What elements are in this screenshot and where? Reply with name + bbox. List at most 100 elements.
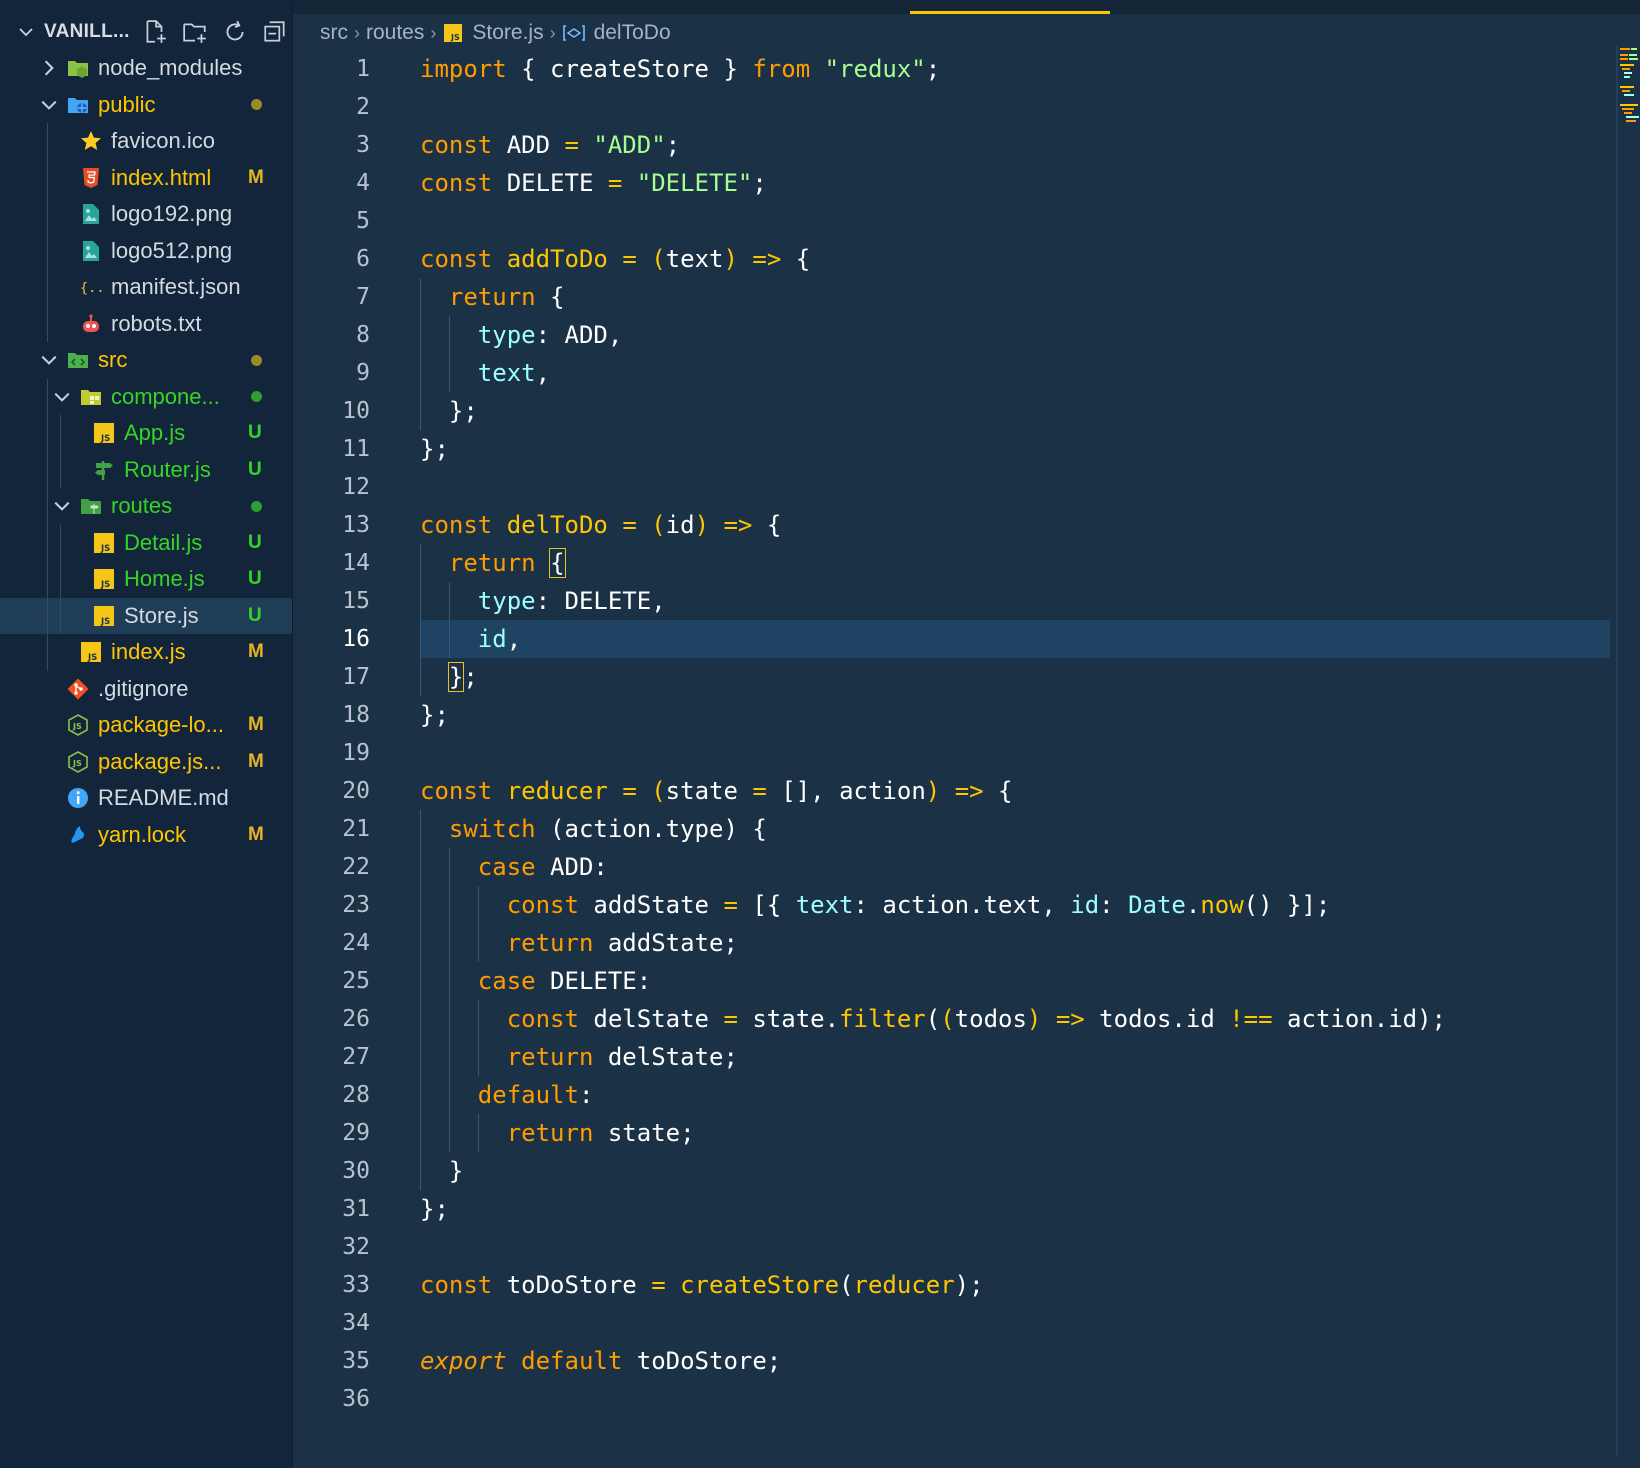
code-token: const [506, 1005, 579, 1033]
line-number: 16 [342, 626, 370, 652]
explorer-file[interactable]: JS index.js M [0, 634, 292, 671]
code-line[interactable] [420, 202, 1610, 240]
chevron-right-icon[interactable] [40, 59, 58, 77]
explorer-file[interactable]: JS Store.js U [0, 597, 292, 634]
explorer-file[interactable]: favicon.ico [0, 123, 292, 160]
code-line[interactable]: const delToDo = (id) => { [420, 506, 1610, 544]
breadcrumb-item-file[interactable]: Store.js [472, 21, 543, 45]
explorer-item-label: yarn.lock [98, 821, 187, 847]
code-line[interactable]: const addToDo = (text) => { [420, 240, 1610, 278]
explorer-file[interactable]: .gitignore [0, 671, 292, 708]
code-line[interactable]: const reducer = (state = [], action) => … [420, 772, 1610, 810]
code-line[interactable]: return delState; [420, 1038, 1610, 1076]
code-line[interactable]: default: [420, 1076, 1610, 1114]
code-line[interactable]: return { [420, 544, 1610, 582]
code-line[interactable]: case DELETE: [420, 962, 1610, 1000]
code-line[interactable]: const ADD = "ADD"; [420, 126, 1610, 164]
code-token: = [723, 1005, 738, 1033]
explorer-file[interactable]: JS package-lo... M [0, 707, 292, 744]
explorer-file[interactable]: Router.js U [0, 452, 292, 489]
code-token: { createStore } [506, 55, 753, 83]
code-token: return [448, 549, 536, 577]
code-line[interactable]: text, [420, 354, 1610, 392]
breadcrumb-item-routes[interactable]: routes [366, 21, 424, 45]
code-token: }; [420, 701, 449, 729]
code-line[interactable] [420, 88, 1610, 126]
new-file-icon[interactable] [142, 19, 168, 45]
chevron-down-icon[interactable] [40, 96, 58, 114]
code-token: const [420, 1271, 493, 1299]
code-line[interactable]: } [420, 1152, 1610, 1190]
code-line[interactable] [420, 1380, 1610, 1418]
explorer-file[interactable]: JS Home.js U [0, 561, 292, 598]
code-line[interactable]: }; [420, 1190, 1610, 1228]
code-line[interactable]: }; [420, 430, 1610, 468]
code-token: => [752, 245, 782, 273]
js-file-icon: JS [442, 22, 464, 44]
code-line[interactable]: }; [420, 696, 1610, 734]
code-line[interactable]: const DELETE = "DELETE"; [420, 164, 1610, 202]
svg-text:JS: JS [100, 580, 110, 590]
code-line[interactable]: type: ADD, [420, 316, 1610, 354]
git-status-badge: M [248, 823, 264, 845]
code-line[interactable]: }; [420, 658, 1610, 696]
refresh-icon[interactable] [222, 19, 248, 45]
new-folder-icon[interactable] [182, 19, 208, 45]
breadcrumb-item-src[interactable]: src [320, 21, 348, 45]
code-line[interactable]: type: DELETE, [420, 582, 1610, 620]
code-line[interactable]: import { createStore } from "redux"; [420, 50, 1610, 88]
code-line[interactable]: const delState = state.filter((todos) =>… [420, 1000, 1610, 1038]
code-line[interactable]: id, [420, 620, 1610, 658]
explorer-file[interactable]: logo512.png [0, 233, 292, 270]
chevron-down-icon[interactable] [40, 351, 58, 369]
explorer-folder[interactable]: src [0, 342, 292, 379]
code-line[interactable]: }; [420, 392, 1610, 430]
code-line[interactable]: return state; [420, 1114, 1610, 1152]
vertical-scrollbar[interactable] [1616, 46, 1618, 1456]
svg-text:JS: JS [72, 722, 82, 731]
code-line[interactable]: switch (action.type) { [420, 810, 1610, 848]
explorer-file[interactable]: JS App.js U [0, 415, 292, 452]
code-line[interactable] [420, 468, 1610, 506]
code-area[interactable]: import { createStore } from "redux"; cons… [420, 50, 1610, 1418]
code-line[interactable]: export default toDoStore; [420, 1342, 1610, 1380]
code-line[interactable]: const toDoStore = createStore(reducer); [420, 1266, 1610, 1304]
explorer-file[interactable]: JS Detail.js U [0, 525, 292, 562]
code-token: return [506, 1119, 594, 1147]
line-number: 18 [342, 702, 370, 728]
code-token: { [752, 511, 782, 539]
collapse-all-icon[interactable] [262, 19, 288, 45]
code-line[interactable]: return { [420, 278, 1610, 316]
svg-text:JS: JS [450, 33, 460, 42]
code-line[interactable] [420, 1228, 1610, 1266]
explorer-folder[interactable]: routes [0, 488, 292, 525]
json-icon: {..} [79, 275, 103, 299]
code-line[interactable] [420, 734, 1610, 772]
explorer-folder[interactable]: compone... [0, 379, 292, 416]
explorer-file[interactable]: yarn.lock M [0, 817, 292, 854]
code-line[interactable]: case ADD: [420, 848, 1610, 886]
code-token: ; [463, 663, 478, 691]
explorer-folder[interactable]: node_modules [0, 50, 292, 87]
explorer-folder[interactable]: public [0, 87, 292, 124]
chevron-down-icon[interactable] [18, 24, 34, 40]
explorer-item-label: Router.js [124, 456, 211, 482]
code-line[interactable] [420, 1304, 1610, 1342]
explorer-file[interactable]: JS package.js... M [0, 744, 292, 781]
chevron-down-icon[interactable] [53, 388, 71, 406]
code-line[interactable]: return addState; [420, 924, 1610, 962]
minimap[interactable] [1618, 46, 1640, 126]
explorer-file[interactable]: robots.txt [0, 306, 292, 343]
breadcrumb-item-symbol[interactable]: delToDo [594, 21, 671, 45]
line-number: 3 [356, 132, 370, 158]
chevron-down-icon[interactable] [53, 497, 71, 515]
explorer-file[interactable]: index.html M [0, 160, 292, 197]
explorer-file[interactable]: logo192.png [0, 196, 292, 233]
explorer-file[interactable]: README.md [0, 780, 292, 817]
explorer-file[interactable]: {..} manifest.json [0, 269, 292, 306]
code-line[interactable]: const addState = [{ text: action.text, i… [420, 886, 1610, 924]
